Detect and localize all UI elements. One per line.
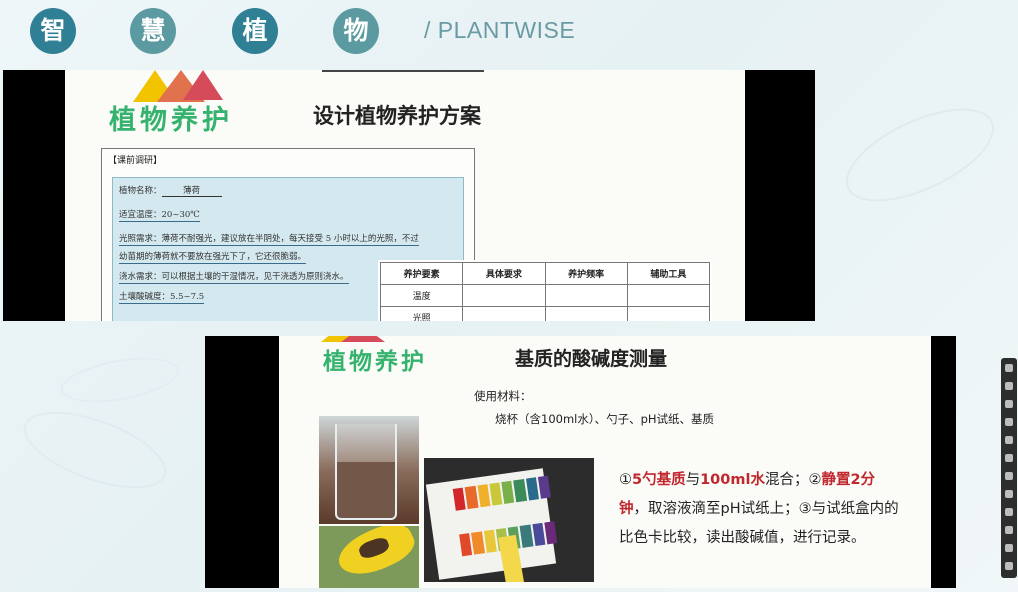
light-line-1: 光照需求：薄荷不耐强光，建议放在半阴处，每天接受 5 小时以上的光照，不过 <box>119 234 419 246</box>
color-tool-icon[interactable] <box>1005 490 1013 498</box>
pen-tool-icon[interactable] <box>1005 382 1013 390</box>
slide-logo-text: 植物养护 <box>109 105 233 136</box>
shape-tool-icon[interactable] <box>1005 454 1013 462</box>
materials-list: 烧杯（含100ml水）、勺子、pH试纸、基质 <box>495 412 715 426</box>
page-header: 智 慧 植 物 / PLANTWISE <box>0 0 1018 62</box>
pointer-tool-icon[interactable] <box>1005 364 1013 372</box>
clear-tool-icon[interactable] <box>1005 544 1013 552</box>
video-frame-top[interactable]: 植物养护 设计植物养护方案 【课前调研】 植物名称： 薄荷 适宜温度：20~30℃… <box>3 70 815 321</box>
beaker-photo <box>319 416 419 524</box>
brand-label: / PLANTWISE <box>424 17 576 43</box>
line-tool-icon[interactable] <box>1005 472 1013 480</box>
table-cell: 光照 <box>379 306 464 321</box>
table-cell <box>462 284 546 307</box>
ph-paper-photo <box>424 458 594 582</box>
step-1-highlight: 100ml水 <box>700 472 765 488</box>
text-tool-icon[interactable] <box>1005 436 1013 444</box>
logo-triangle <box>183 70 223 100</box>
table-header: 辅助工具 <box>626 262 711 285</box>
title-badge-2: 慧 <box>130 8 176 54</box>
undo-tool-icon[interactable] <box>1005 508 1013 516</box>
title-badge-3: 植 <box>232 8 278 54</box>
slide-ph-measurement: 植物养护 基质的酸碱度测量 使用材料： 烧杯（含100ml水）、勺子、pH试纸、… <box>279 336 931 588</box>
step-1-text: 混合；② <box>764 472 822 488</box>
background-leaf-decoration <box>832 89 1008 221</box>
table-cell <box>544 284 628 307</box>
table-cell <box>544 306 628 321</box>
close-tool-icon[interactable] <box>1005 562 1013 570</box>
title-badge-1: 智 <box>30 8 76 54</box>
research-heading: 【课前调研】 <box>108 156 163 166</box>
title-badge-4: 物 <box>333 8 379 54</box>
divider <box>322 70 484 72</box>
highlighter-tool-icon[interactable] <box>1005 400 1013 408</box>
beaker-glass <box>335 424 397 520</box>
temperature-line: 适宜温度：20~30℃ <box>119 210 200 222</box>
ph-line: 土壤酸碱度：5.5~7.5 <box>119 292 205 304</box>
table-header: 具体要求 <box>462 262 546 285</box>
plant-name-value: 薄荷 <box>161 184 222 197</box>
light-line-2: 幼苗期的薄荷就不要放在强光下了，它还很脆弱。 <box>119 252 307 264</box>
step-1-text: 与 <box>685 472 701 488</box>
water-line: 浇水需求：可以根据土壤的干湿情况，见干浇透为原则浇水。 <box>119 272 349 284</box>
table-row: 光照 <box>379 306 711 321</box>
table-cell <box>626 284 711 307</box>
slide-title: 设计植物养护方案 <box>313 104 481 128</box>
table-cell <box>626 306 711 321</box>
step-2-text: ，取溶液滴至pH试纸上；③与试纸盒内的比色卡比较，读出酸碱值，进行记录。 <box>619 501 899 546</box>
eraser-tool-icon[interactable] <box>1005 418 1013 426</box>
table-header: 养护要素 <box>379 262 464 285</box>
materials-label: 使用材料： <box>474 389 532 403</box>
slide-care-plan: 植物养护 设计植物养护方案 【课前调研】 植物名称： 薄荷 适宜温度：20~30℃… <box>65 70 745 321</box>
step-1-number: ① <box>619 472 632 488</box>
table-cell <box>462 306 546 321</box>
slide-title: 基质的酸碱度测量 <box>515 348 668 370</box>
background-leaf-decoration <box>57 349 183 411</box>
video-frame-bottom[interactable]: 植物养护 基质的酸碱度测量 使用材料： 烧杯（含100ml水）、勺子、pH试纸、… <box>205 336 956 588</box>
plant-name-line: 植物名称： 薄荷 <box>119 184 222 198</box>
slide-logo-text: 植物养护 <box>323 349 427 375</box>
table-cell: 温度 <box>379 284 464 307</box>
color-swatches <box>452 475 551 511</box>
table-row: 温度 <box>379 284 711 307</box>
ph-color-chart <box>425 468 558 580</box>
redo-tool-icon[interactable] <box>1005 526 1013 534</box>
table-header: 养护频率 <box>544 262 628 285</box>
procedure-steps: ①5勺基质与100ml水混合；②静置2分钟，取溶液滴至pH试纸上；③与试纸盒内的… <box>619 466 903 553</box>
step-1-highlight: 5勺基质 <box>632 472 686 488</box>
annotation-toolbar <box>1001 358 1017 578</box>
care-plan-table: 养护要素 具体要求 养护频率 辅助工具 温度 光照 <box>378 260 712 321</box>
background-leaf-decoration <box>14 396 176 504</box>
substrate-photo <box>319 526 419 588</box>
plant-name-label: 植物名称： <box>119 186 162 196</box>
